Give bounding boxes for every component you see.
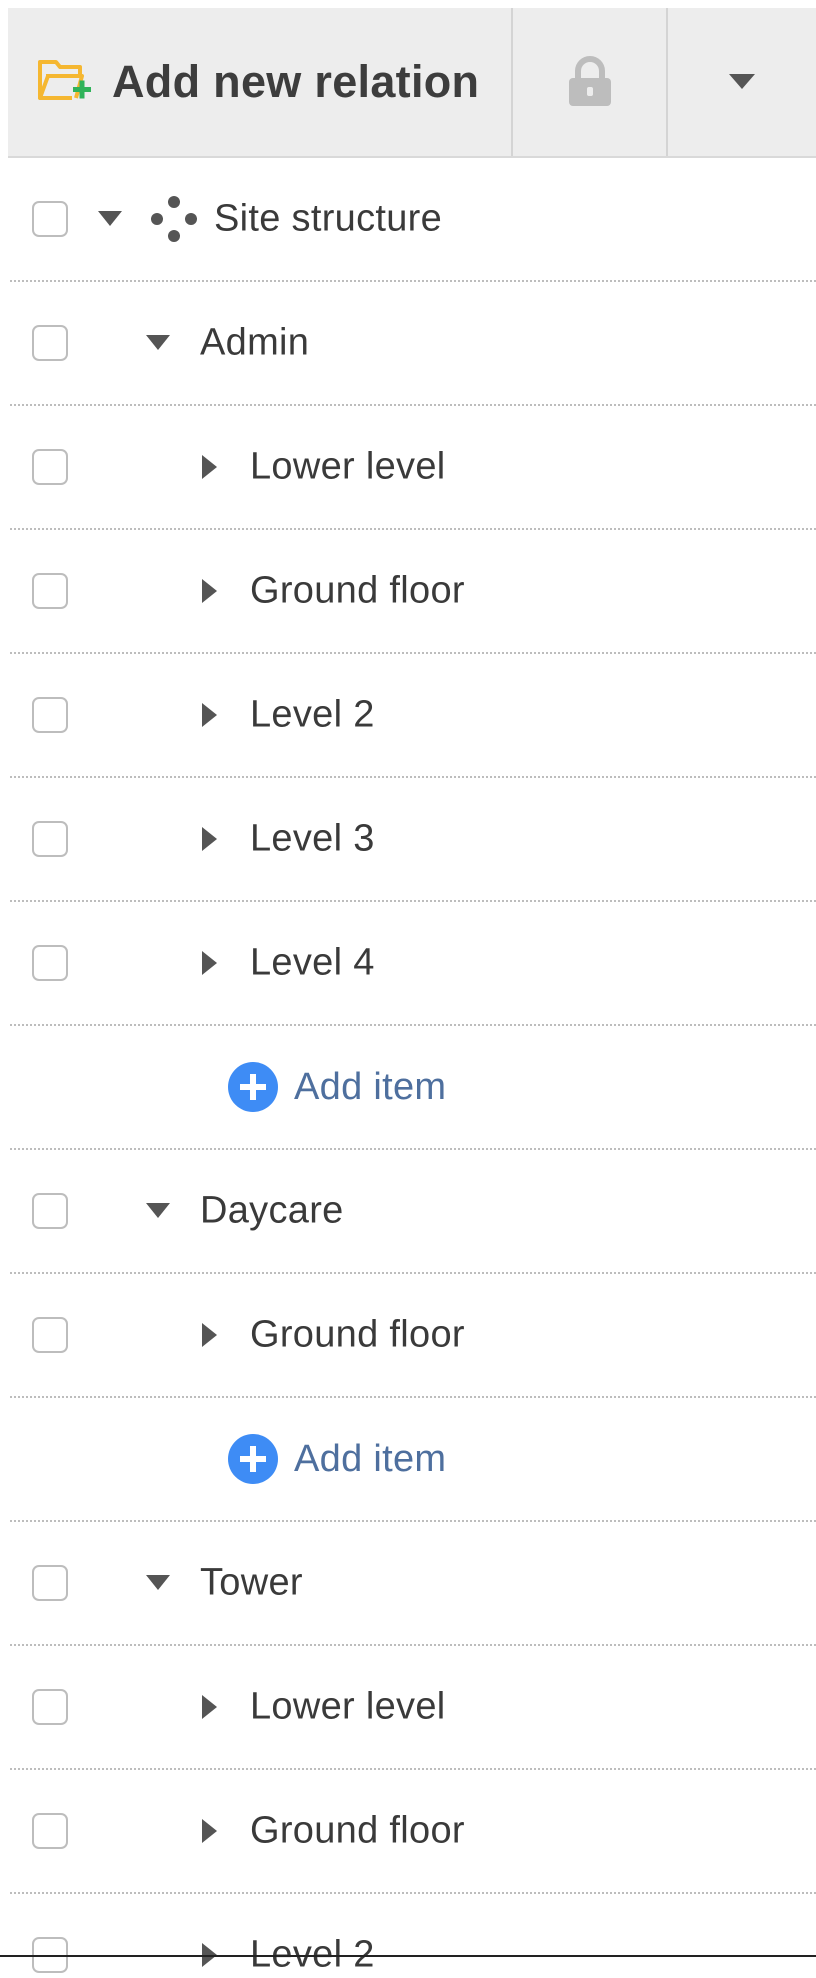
tree-label: Admin (200, 321, 310, 364)
plus-circle-icon (228, 1434, 278, 1484)
tree-label: Level 3 (250, 817, 375, 860)
add-item-button[interactable]: Add item (228, 1434, 446, 1484)
tree-row-daycare-ground-floor[interactable]: Ground floor (10, 1274, 816, 1398)
tree-row-tower-level-2[interactable]: Level 2 (10, 1894, 816, 1978)
caret-right-icon[interactable] (196, 1321, 224, 1349)
caret-right-icon[interactable] (196, 1817, 224, 1845)
row-checkbox[interactable] (32, 573, 68, 609)
row-checkbox[interactable] (32, 449, 68, 485)
add-item-button[interactable]: Add item (228, 1062, 446, 1112)
row-checkbox[interactable] (32, 1689, 68, 1725)
tree-label: Site structure (214, 197, 443, 240)
add-new-relation-label: Add new relation (112, 56, 480, 107)
toolbar: Add new relation (8, 8, 816, 158)
tree-label: Daycare (200, 1189, 344, 1232)
caret-right-icon[interactable] (196, 949, 224, 977)
tree-row-admin-ground-floor[interactable]: Ground floor (10, 530, 816, 654)
window-bottom-edge (0, 1955, 816, 1957)
tree-row-daycare[interactable]: Daycare (10, 1150, 816, 1274)
row-checkbox[interactable] (32, 201, 68, 237)
lock-button[interactable] (513, 8, 668, 156)
relation-tree: Site structure Admin Lower level Ground … (0, 158, 816, 1978)
plus-circle-icon (228, 1062, 278, 1112)
tree-row-admin-level-2[interactable]: Level 2 (10, 654, 816, 778)
relations-panel: Add new relation Site structure Admin Lo… (0, 0, 816, 1978)
caret-right-icon[interactable] (196, 701, 224, 729)
nodes-icon (148, 195, 200, 243)
caret-down-icon (729, 74, 755, 90)
caret-right-icon[interactable] (196, 825, 224, 853)
row-checkbox[interactable] (32, 1193, 68, 1229)
row-checkbox[interactable] (32, 945, 68, 981)
caret-right-icon[interactable] (196, 577, 224, 605)
tree-label: Ground floor (250, 1313, 465, 1356)
row-checkbox[interactable] (32, 1813, 68, 1849)
caret-right-icon[interactable] (196, 1693, 224, 1721)
caret-down-icon[interactable] (144, 1569, 172, 1597)
tree-label: Tower (200, 1561, 303, 1604)
tree-label: Lower level (250, 445, 446, 488)
tree-label: Lower level (250, 1685, 446, 1728)
caret-down-icon[interactable] (144, 1197, 172, 1225)
tree-row-tower[interactable]: Tower (10, 1522, 816, 1646)
tree-row-tower-ground-floor[interactable]: Ground floor (10, 1770, 816, 1894)
options-dropdown-button[interactable] (668, 8, 816, 156)
tree-row-admin-lower-level[interactable]: Lower level (10, 406, 816, 530)
row-checkbox[interactable] (32, 697, 68, 733)
row-checkbox[interactable] (32, 1565, 68, 1601)
caret-right-icon[interactable] (196, 453, 224, 481)
row-checkbox[interactable] (32, 821, 68, 857)
tree-label: Level 4 (250, 941, 375, 984)
tree-label: Ground floor (250, 1809, 465, 1852)
row-checkbox[interactable] (32, 1317, 68, 1353)
tree-label: Level 2 (250, 693, 375, 736)
tree-row-admin-level-4[interactable]: Level 4 (10, 902, 816, 1026)
tree-row-admin-level-3[interactable]: Level 3 (10, 778, 816, 902)
tree-row-admin[interactable]: Admin (10, 282, 816, 406)
caret-down-icon[interactable] (144, 329, 172, 357)
row-checkbox[interactable] (32, 325, 68, 361)
tree-row-daycare-add-item: Add item (10, 1398, 816, 1522)
tree-row-admin-add-item: Add item (10, 1026, 816, 1150)
caret-down-icon[interactable] (96, 205, 124, 233)
folder-plus-icon (36, 54, 92, 110)
add-item-label: Add item (294, 1065, 447, 1108)
tree-label: Ground floor (250, 569, 465, 612)
tree-row-tower-lower-level[interactable]: Lower level (10, 1646, 816, 1770)
add-new-relation-button[interactable]: Add new relation (8, 8, 513, 156)
tree-row-root[interactable]: Site structure (10, 158, 816, 282)
add-item-label: Add item (294, 1437, 447, 1480)
lock-icon (566, 56, 614, 108)
